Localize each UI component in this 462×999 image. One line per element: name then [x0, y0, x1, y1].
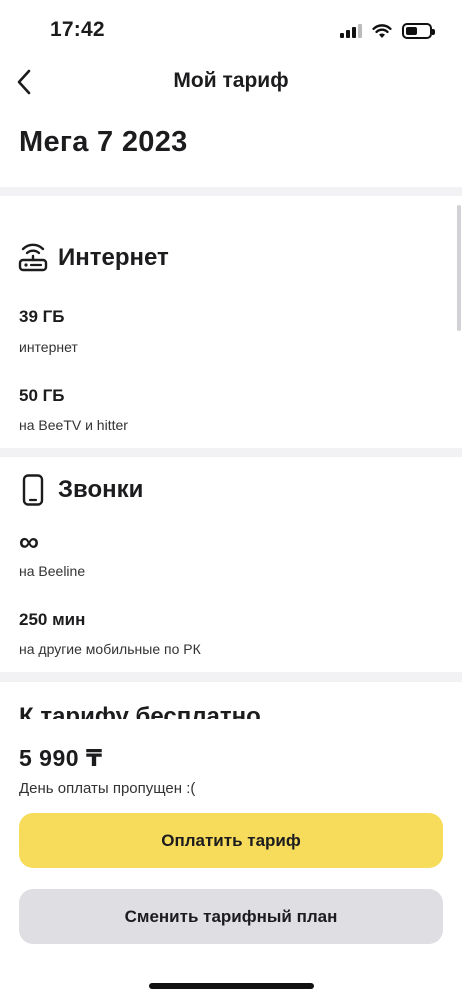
- tariff-screen: 17:42 Мой тариф Мега 7 2023 Интернет 39 …: [0, 0, 462, 999]
- wifi-icon: [372, 23, 392, 38]
- other-calls-value: 250 мин: [19, 610, 86, 629]
- status-bar: 17:42: [0, 0, 462, 60]
- home-indicator: [149, 983, 314, 989]
- divider: [0, 187, 462, 196]
- internet-section-header: Интернет: [18, 242, 169, 274]
- beetv-data-description: на BeeTV и hitter: [19, 417, 128, 433]
- calls-section-header: Звонки: [18, 474, 143, 506]
- router-icon: [18, 243, 48, 272]
- price: 5 990 ₸: [19, 745, 103, 771]
- change-plan-button[interactable]: Сменить тарифный план: [19, 889, 443, 944]
- divider: [0, 672, 462, 682]
- beetv-data-value: 50 ГБ: [19, 386, 65, 405]
- internet-data-value: 39 ГБ: [19, 307, 65, 326]
- beeline-calls-value: ∞: [19, 526, 39, 557]
- free-section-title: К тарифу бесплатно: [19, 703, 261, 719]
- calls-section-title: Звонки: [58, 476, 144, 503]
- plan-name: Мега 7 2023: [19, 126, 188, 158]
- divider: [0, 448, 462, 457]
- other-calls-description: на другие мобильные по РК: [19, 641, 201, 657]
- page-title: Мой тариф: [173, 69, 289, 92]
- battery-icon: [402, 23, 435, 39]
- scroll-indicator[interactable]: [457, 205, 461, 331]
- phone-icon: [22, 474, 44, 506]
- internet-data-description: интернет: [19, 339, 78, 355]
- cellular-signal-icon: [340, 24, 362, 38]
- status-icons: [340, 20, 435, 42]
- nav-bar: Мой тариф: [0, 60, 462, 104]
- payment-status: День оплаты пропущен :(: [19, 780, 196, 797]
- internet-section-title: Интернет: [58, 244, 169, 271]
- beeline-calls-description: на Beeline: [19, 563, 86, 579]
- status-time: 17:42: [50, 18, 105, 41]
- pay-tariff-button[interactable]: Оплатить тариф: [19, 813, 443, 868]
